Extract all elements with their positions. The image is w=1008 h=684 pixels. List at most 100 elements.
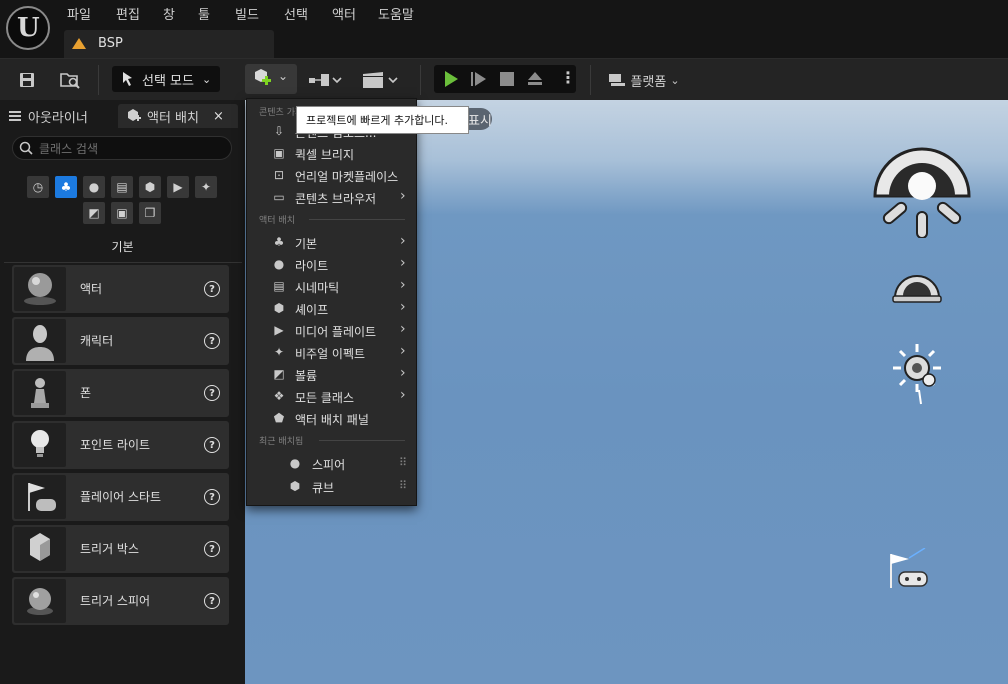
menu-build[interactable]: 빌드 (235, 4, 259, 23)
menu-item-place-actors-panel[interactable]: ⬟ 액터 배치 패널 (247, 407, 416, 429)
more-options-icon[interactable]: ⋮ (560, 68, 576, 87)
list-item-trigger-sphere[interactable]: 트리거 스피어 ? (12, 577, 229, 625)
place-actors-icon: ⬟ (273, 411, 285, 425)
help-icon[interactable]: ? (204, 437, 220, 453)
save-button[interactable] (14, 67, 40, 93)
clapperboard-icon: ▤ (273, 279, 285, 293)
quick-add-button[interactable]: ⌄ (245, 64, 297, 94)
menu-item-label: 콘텐츠 브라우저 (295, 192, 377, 206)
class-search-input[interactable]: 클래스 검색 (12, 136, 232, 160)
menu-select[interactable]: 선택 (284, 4, 308, 23)
menu-item-visual-effects[interactable]: ✦ 비주얼 이펙트 › (247, 341, 416, 363)
shapes-icon[interactable]: ⬢ (139, 176, 161, 198)
cinematic-icon[interactable]: ▤ (111, 176, 133, 198)
menu-help[interactable]: 도움말 (378, 4, 414, 23)
recent-icon[interactable]: ◷ (27, 176, 49, 198)
menu-item-label: 언리얼 마켓플레이스 (295, 170, 399, 184)
menu-item-marketplace[interactable]: ⊡ 언리얼 마켓플레이스 (247, 164, 416, 186)
add-actor-icon (255, 69, 271, 85)
menu-item-media-plate[interactable]: ▶ 미디어 플레이트 › (247, 319, 416, 341)
chevron-right-icon: › (400, 188, 406, 204)
chevron-down-icon: ⌄ (278, 69, 289, 83)
search-icon (19, 141, 33, 155)
cinematics-button[interactable] (360, 67, 400, 93)
chevron-down-icon: ⌄ (201, 72, 212, 86)
menu-item-label: 볼륨 (295, 369, 318, 383)
stop-icon[interactable] (499, 71, 515, 87)
cube-icon: ⬢ (289, 479, 301, 493)
advance-frame-icon[interactable] (470, 70, 488, 88)
help-icon[interactable]: ? (204, 281, 220, 297)
list-item-character[interactable]: 캐릭터 ? (12, 317, 229, 365)
divider (319, 440, 405, 441)
show-flags-label: 표시 (468, 113, 492, 129)
list-item-label: 포인트 라이트 (80, 438, 151, 452)
unreal-logo-icon[interactable]: U (6, 6, 50, 50)
play-icon[interactable] (442, 70, 460, 88)
menu-edit[interactable]: 편집 (116, 4, 140, 23)
all-classes-icon[interactable]: ▣ (111, 202, 133, 224)
menu-tools[interactable]: 툴 (198, 4, 210, 23)
mode-select-button[interactable]: 선택 모드 ⌄ (112, 66, 220, 92)
menu-item-recent-sphere[interactable]: ● 스피어 ⠿ (247, 452, 416, 474)
menu-item-content-browser[interactable]: ▭ 콘텐츠 브라우저 › (247, 186, 416, 208)
browse-button[interactable] (56, 67, 84, 93)
menu-item-lights[interactable]: ● 라이트 › (247, 253, 416, 275)
help-icon[interactable]: ? (204, 385, 220, 401)
volume-icon: ◩ (273, 367, 285, 381)
menu-item-label: 큐브 (312, 481, 335, 495)
platforms-button[interactable]: 플랫폼 ⌄ (605, 67, 683, 93)
list-item-point-light[interactable]: 포인트 라이트 ? (12, 421, 229, 469)
layers-icon[interactable]: ❐ (139, 202, 161, 224)
chevron-right-icon: › (400, 255, 406, 271)
directional-light-gizmo-icon (893, 344, 941, 405)
tab-place-actors[interactable]: 액터 배치 × (118, 104, 238, 128)
list-item-trigger-box[interactable]: 트리거 박스 ? (12, 525, 229, 573)
platforms-label: 플랫폼 (630, 74, 667, 90)
menu-item-all-classes[interactable]: ❖ 모든 클래스 › (247, 385, 416, 407)
tab-outliner[interactable]: 아웃라이너 (8, 104, 88, 128)
list-item-pawn[interactable]: 폰 ? (12, 369, 229, 417)
visual-effects-icon[interactable]: ✦ (195, 176, 217, 198)
help-icon[interactable]: ? (204, 593, 220, 609)
import-icon: ⇩ (273, 124, 285, 138)
help-icon[interactable]: ? (204, 541, 220, 557)
help-icon[interactable]: ? (204, 489, 220, 505)
menu-item-recent-cube[interactable]: ⬢ 큐브 ⠿ (247, 475, 416, 497)
menu-item-label: 스피어 (312, 458, 346, 472)
lights-icon[interactable]: ● (83, 176, 105, 198)
light-bulb-icon: ● (273, 257, 285, 271)
player-start-gizmo-icon (890, 548, 928, 588)
menu-item-label: 셰이프 (295, 303, 329, 317)
platforms-icon (609, 74, 626, 86)
chevron-right-icon: › (400, 365, 406, 381)
divider (4, 262, 242, 263)
volumes-icon[interactable]: ◩ (83, 202, 105, 224)
content-browser-icon: ▭ (273, 190, 285, 204)
basic-icon[interactable]: ♣ (55, 176, 77, 198)
browse-folder-icon (60, 73, 80, 89)
help-icon[interactable]: ? (204, 333, 220, 349)
menu-item-shapes[interactable]: ⬢ 셰이프 › (247, 297, 416, 319)
cube-icon: ⬢ (273, 301, 285, 315)
menu-actor[interactable]: 액터 (332, 4, 356, 23)
list-item-player-start[interactable]: 플레이어 스타트 ? (12, 473, 229, 521)
menu-window[interactable]: 창 (163, 4, 175, 23)
list-item-label: 폰 (80, 386, 92, 400)
blueprint-button[interactable] (305, 67, 345, 93)
tab-outliner-label: 아웃라이너 (28, 110, 88, 126)
eject-icon[interactable] (526, 70, 544, 88)
close-icon[interactable]: × (213, 109, 224, 124)
drag-handle-icon[interactable]: ⠿ (399, 479, 407, 492)
media-icon[interactable]: ▶ (167, 176, 189, 198)
menu-item-quixel-bridge[interactable]: ▣ 퀵셀 브리지 (247, 142, 416, 164)
character-thumbnail-icon (14, 319, 66, 363)
drag-handle-icon[interactable]: ⠿ (399, 456, 407, 469)
menu-item-cinematic[interactable]: ▤ 시네마틱 › (247, 275, 416, 297)
level-tab[interactable]: BSP (64, 30, 274, 58)
menu-item-basic[interactable]: ♣ 기본 › (247, 231, 416, 253)
menu-file[interactable]: 파일 (67, 4, 91, 23)
list-item-actor[interactable]: 액터 ? (12, 265, 229, 313)
menu-item-volumes[interactable]: ◩ 볼륨 › (247, 363, 416, 385)
place-actors-panel: 아웃라이너 액터 배치 × 클래스 검색 ◷ ♣ ● ▤ ⬢ ▶ ✦ ◩ ▣ ❐… (0, 100, 245, 684)
